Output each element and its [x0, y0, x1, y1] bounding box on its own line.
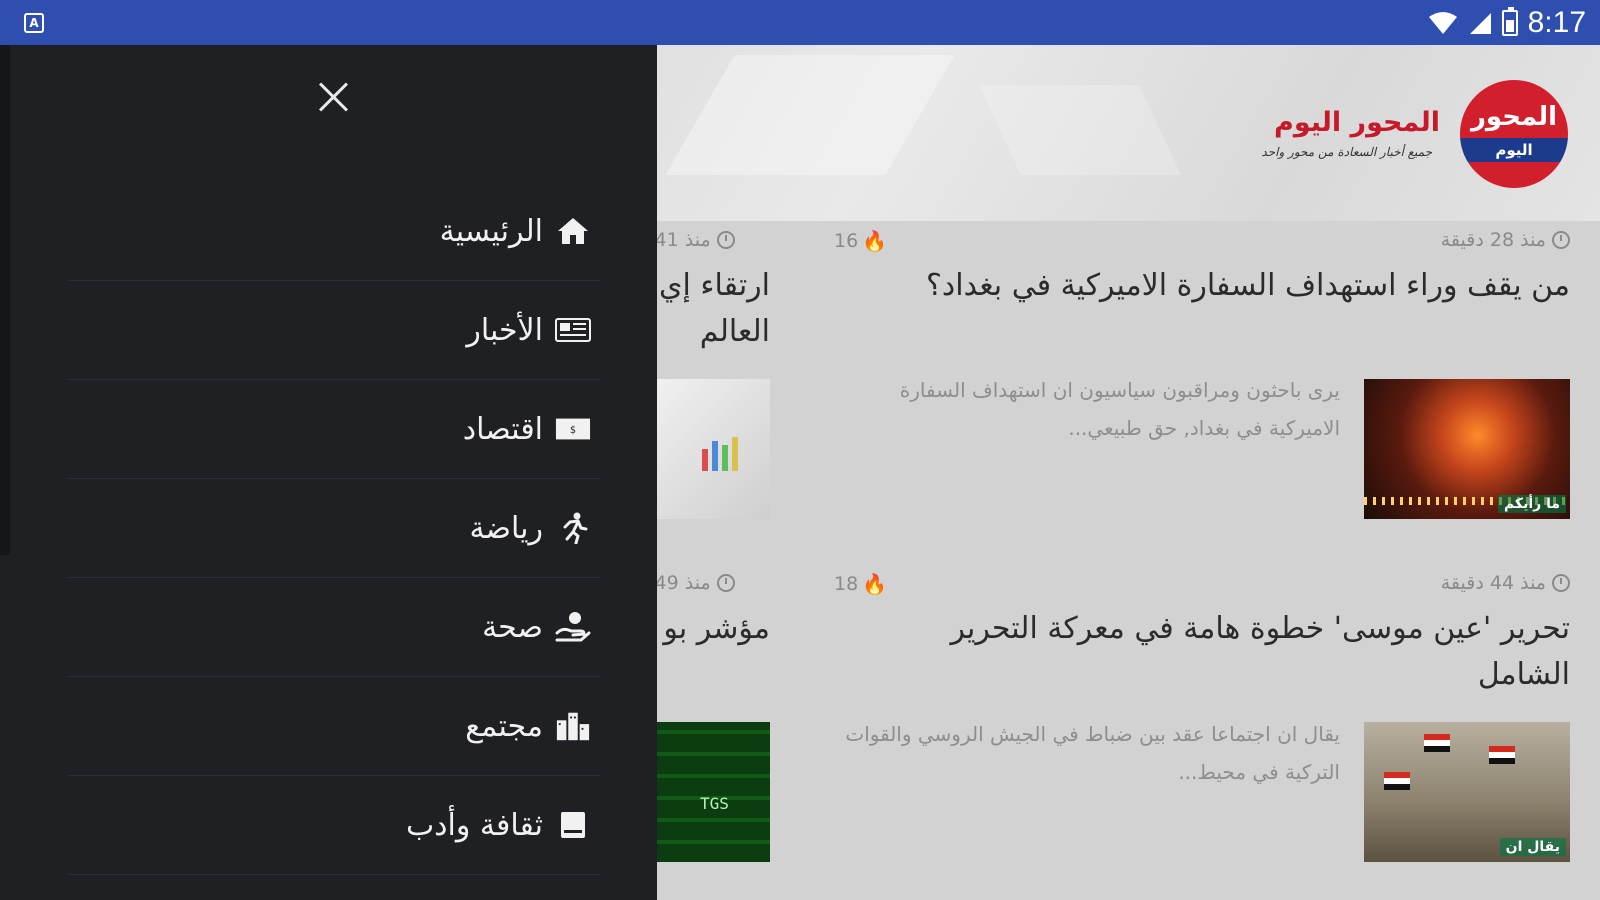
thumbnail-detail	[1384, 772, 1410, 790]
thumbnail-detail	[1489, 746, 1515, 764]
book-icon	[555, 810, 591, 840]
time-ago: منذ 44 دقيقة	[1440, 572, 1546, 594]
health-icon	[555, 612, 591, 642]
logo-word: اليوم	[1495, 141, 1533, 159]
article-views: 18 🔥	[834, 572, 887, 596]
drawer-edge	[0, 45, 10, 555]
wifi-icon	[1428, 11, 1457, 34]
thumbnail-detail	[712, 441, 718, 471]
article-thumbnail[interactable]: ما رأيكم	[1364, 379, 1570, 519]
site-logo[interactable]: المحور اليوم	[1460, 80, 1568, 188]
menu-item-home[interactable]: الرئيسية	[68, 182, 601, 281]
thumbnail-detail: TGS	[700, 794, 729, 813]
menu-item-news[interactable]: الأخبار	[68, 281, 601, 380]
close-icon[interactable]	[313, 77, 353, 117]
views-count: 18	[834, 573, 859, 595]
fire-icon: 🔥	[862, 572, 888, 596]
newspaper-icon	[555, 315, 591, 345]
signal-icon	[1469, 12, 1491, 34]
header-pattern	[665, 55, 955, 175]
menu-item-label: مجتمع	[465, 708, 543, 744]
menu-item-label: الرئيسية	[439, 213, 543, 249]
article-thumbnail[interactable]: يقال ان	[1364, 722, 1570, 862]
article-title[interactable]: من يقف وراء استهداف السفارة الاميركية في…	[870, 263, 1570, 309]
clock-icon	[1552, 574, 1570, 592]
menu-item-label: ثقافة وأدب	[405, 807, 543, 843]
thumbnail-detail	[732, 437, 738, 471]
brand-tagline: جميع أخبار السعادة من محور واحد	[1261, 145, 1432, 159]
menu-item-health[interactable]: صحة	[68, 578, 601, 677]
article-title[interactable]: تحرير 'عين موسى' خطوة هامة في معركة التح…	[850, 606, 1570, 698]
article-views: 16 🔥	[834, 229, 887, 253]
article-excerpt: يرى باحثون ومراقبون سياسيون ان استهداف ا…	[899, 378, 1340, 440]
app-screen: A 8:17 المحور اليوم المحور اليوم جميع أخ…	[0, 0, 1600, 900]
menu-item-label: رياضة	[469, 510, 543, 546]
header-pattern	[979, 85, 1181, 175]
views-count: 16	[834, 230, 859, 252]
article-time: منذ 44 دقيقة	[1441, 572, 1570, 594]
svg-text:$: $	[570, 425, 576, 436]
menu-item-label: اقتصاد	[462, 411, 543, 447]
time-ago: منذ 28 دقيقة	[1440, 229, 1546, 251]
clock-icon	[1552, 231, 1570, 249]
battery-icon	[1501, 6, 1518, 36]
menu-item-sports[interactable]: رياضة	[68, 479, 601, 578]
logo-word: المحور	[1470, 102, 1558, 132]
home-icon	[555, 216, 591, 246]
thumbnail-detail	[1424, 734, 1450, 752]
thumbnail-label: يقال ان	[1499, 838, 1566, 856]
thumbnail-detail	[722, 445, 728, 471]
article-time: منذ 28 دقيقة	[1441, 229, 1570, 251]
menu-item-community[interactable]: مجتمع	[68, 677, 601, 776]
money-icon: $	[555, 414, 591, 444]
status-icons: 8:17	[1428, 0, 1586, 45]
clock-icon	[716, 574, 735, 592]
thumbnail-label: ما رأيكم	[1497, 495, 1566, 513]
article-thumbnail[interactable]	[640, 379, 770, 519]
runner-icon	[555, 512, 591, 544]
fire-icon: 🔥	[862, 229, 888, 253]
menu-item-culture[interactable]: ثقافة وأدب	[68, 776, 601, 875]
drawer-menu: الرئيسية الأخبار اقتصاد $ رياضة صحة مجتم…	[68, 182, 601, 875]
brand-name: المحور اليوم	[1274, 107, 1440, 138]
status-bar: A 8:17	[0, 0, 1600, 45]
notification-app-icon: A	[24, 13, 44, 33]
menu-item-label: الأخبار	[466, 312, 543, 348]
article-thumbnail[interactable]: TGS	[640, 722, 770, 862]
article-excerpt: يقال ان اجتماعا عقد بين ضباط في الجيش ال…	[845, 722, 1340, 784]
navigation-drawer: الرئيسية الأخبار اقتصاد $ رياضة صحة مجتم…	[0, 45, 657, 900]
menu-item-label: صحة	[482, 609, 543, 645]
status-time: 8:17	[1527, 5, 1586, 39]
menu-item-economy[interactable]: اقتصاد $	[68, 380, 601, 479]
thumbnail-detail	[702, 449, 708, 471]
community-icon	[555, 711, 591, 741]
clock-icon	[716, 231, 735, 249]
